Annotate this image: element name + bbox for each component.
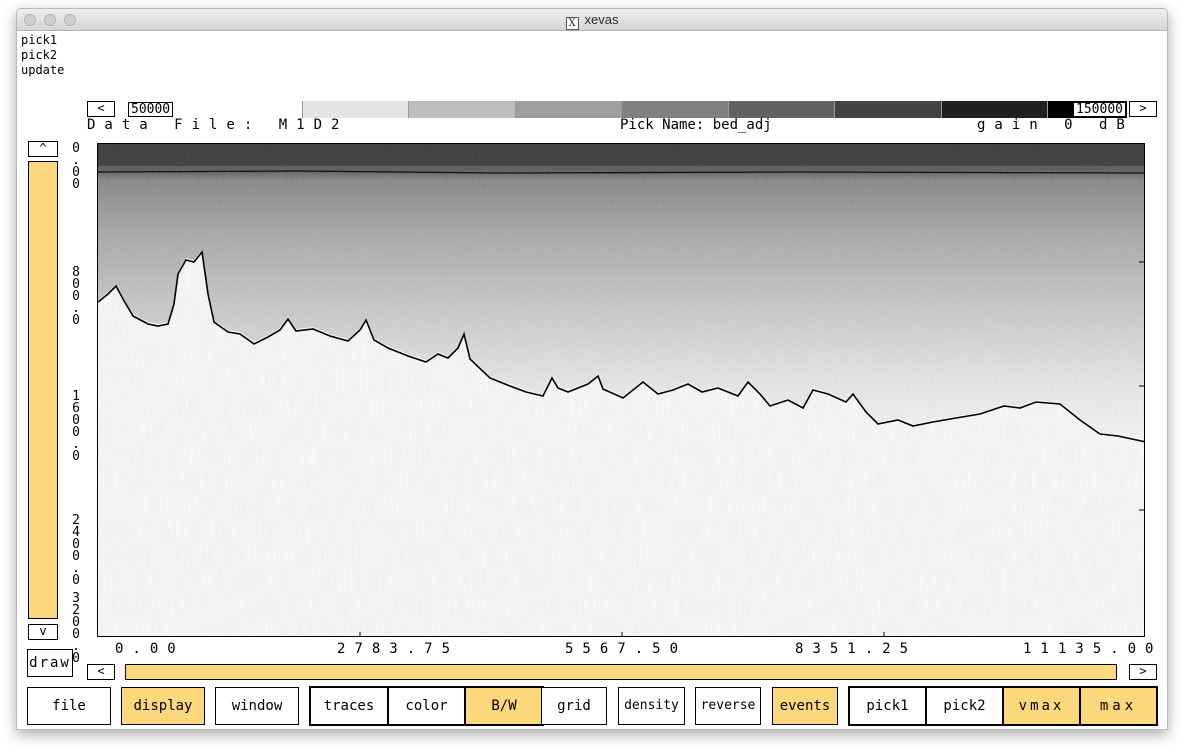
x-tick-label: 8351.25 [795, 641, 918, 657]
y-tick-label: 800.0 [72, 265, 80, 328]
vertical-scrollbar[interactable] [28, 161, 58, 619]
x11-icon: X [565, 17, 579, 30]
vscroll-down-button[interactable]: v [28, 624, 58, 640]
density-button[interactable]: density [618, 687, 685, 725]
colorbar-max-label: 150000 [1073, 102, 1126, 117]
reverse-button[interactable]: reverse [695, 687, 761, 725]
window-title-group: Xxevas [17, 12, 1167, 30]
horizontal-scrollbar[interactable] [125, 664, 1117, 680]
x-tick-label: 2783.75 [337, 641, 460, 657]
data-file-label: Data File: M1D2 [87, 117, 349, 133]
y-tick-label: 2400.0 [72, 513, 80, 588]
colorbar-next-button[interactable]: > [1129, 101, 1157, 117]
grayscale-colorbar[interactable]: 50000 150000 [127, 101, 1127, 118]
x-tick-label: 5567.50 [565, 641, 688, 657]
pick1-button[interactable]: pick1 [849, 687, 926, 725]
events-button[interactable]: events [772, 687, 838, 725]
traces-button[interactable]: traces [310, 687, 388, 725]
vmax-button[interactable]: vmax [1003, 687, 1080, 725]
grid-button[interactable]: grid [541, 687, 607, 725]
bw-button[interactable]: B/W [465, 687, 543, 725]
client-area: pick1 pick2 update < 50000 150000 > Data… [17, 31, 1167, 729]
pick2-button[interactable]: pick2 [926, 687, 1003, 725]
max-button[interactable]: max [1080, 687, 1157, 725]
draw-button[interactable]: draw [27, 649, 73, 677]
menu-item-pick1[interactable]: pick1 [21, 33, 57, 47]
radargram-plot[interactable] [97, 143, 1145, 637]
vscroll-up-button[interactable]: ^ [28, 141, 58, 157]
x-tick-label: 11135.00 [1023, 641, 1163, 657]
colorbar-prev-button[interactable]: < [87, 101, 115, 117]
y-tick-label: 0.00 [72, 141, 80, 192]
display-button[interactable]: display [121, 687, 205, 725]
gain-label: gain 0 dB [977, 117, 1134, 133]
file-button[interactable]: file [27, 687, 111, 725]
radargram-image [98, 144, 1144, 636]
color-button[interactable]: color [388, 687, 465, 725]
xevas-window: Xxevas pick1 pick2 update < 50000 150000… [16, 8, 1168, 730]
x-tick-label: 0.00 [115, 641, 185, 657]
hscroll-prev-button[interactable]: < [87, 664, 115, 680]
title-bar: Xxevas [17, 9, 1167, 31]
menu-item-pick2[interactable]: pick2 [21, 48, 57, 62]
y-tick-label: 1600.0 [72, 389, 80, 464]
menu-item-update[interactable]: update [21, 63, 64, 77]
hscroll-next-button[interactable]: > [1129, 664, 1157, 680]
window-button[interactable]: window [215, 687, 299, 725]
y-tick-label: 3200.0 [72, 591, 80, 666]
pick-name-label: Pick Name: bed_adj [620, 117, 772, 133]
window-title: xevas [584, 12, 619, 27]
colorbar-min-label: 50000 [128, 102, 174, 117]
